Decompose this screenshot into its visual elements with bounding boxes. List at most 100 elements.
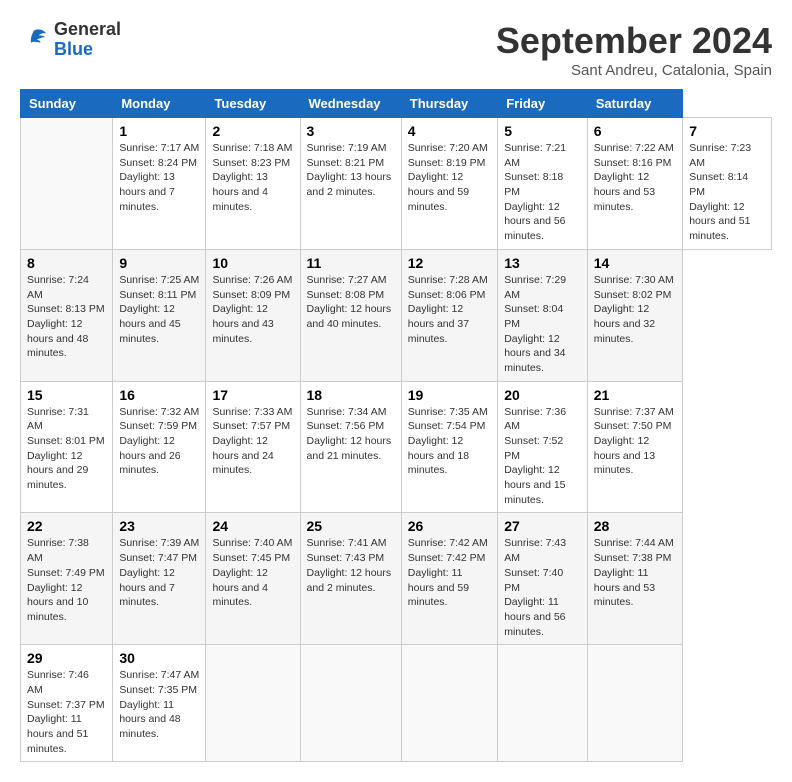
day-info: Sunrise: 7:31 AMSunset: 8:01 PMDaylight:…: [27, 405, 106, 493]
calendar-cell: 10 Sunrise: 7:26 AMSunset: 8:09 PMDaylig…: [206, 249, 300, 381]
calendar-cell: 19 Sunrise: 7:35 AMSunset: 7:54 PMDaylig…: [401, 381, 497, 513]
day-info: Sunrise: 7:35 AMSunset: 7:54 PMDaylight:…: [408, 405, 491, 478]
day-number: 11: [307, 255, 395, 271]
calendar-cell: [300, 645, 401, 762]
month-title: September 2024: [496, 20, 772, 62]
day-number: 15: [27, 387, 106, 403]
day-info: Sunrise: 7:41 AMSunset: 7:43 PMDaylight:…: [307, 536, 395, 595]
day-number: 18: [307, 387, 395, 403]
day-header-tuesday: Tuesday: [206, 90, 300, 118]
logo-general: General: [54, 20, 121, 40]
calendar-cell: 6 Sunrise: 7:22 AMSunset: 8:16 PMDayligh…: [587, 118, 682, 250]
calendar-cell: 22 Sunrise: 7:38 AMSunset: 7:49 PMDaylig…: [21, 513, 113, 645]
day-number: 12: [408, 255, 491, 271]
calendar-cell: 1 Sunrise: 7:17 AMSunset: 8:24 PMDayligh…: [113, 118, 206, 250]
calendar-cell: 17 Sunrise: 7:33 AMSunset: 7:57 PMDaylig…: [206, 381, 300, 513]
calendar-cell: 21 Sunrise: 7:37 AMSunset: 7:50 PMDaylig…: [587, 381, 682, 513]
day-number: 5: [504, 123, 581, 139]
logo: General Blue: [20, 20, 121, 60]
day-header-monday: Monday: [113, 90, 206, 118]
day-number: 28: [594, 518, 676, 534]
day-info: Sunrise: 7:34 AMSunset: 7:56 PMDaylight:…: [307, 405, 395, 464]
day-info: Sunrise: 7:46 AMSunset: 7:37 PMDaylight:…: [27, 668, 106, 756]
day-number: 27: [504, 518, 581, 534]
day-number: 2: [212, 123, 293, 139]
day-number: 14: [594, 255, 676, 271]
day-info: Sunrise: 7:23 AMSunset: 8:14 PMDaylight:…: [689, 141, 765, 244]
day-info: Sunrise: 7:29 AMSunset: 8:04 PMDaylight:…: [504, 273, 581, 376]
logo-bird-icon: [20, 26, 48, 54]
day-number: 17: [212, 387, 293, 403]
calendar-cell: 11 Sunrise: 7:27 AMSunset: 8:08 PMDaylig…: [300, 249, 401, 381]
calendar-cell: 25 Sunrise: 7:41 AMSunset: 7:43 PMDaylig…: [300, 513, 401, 645]
day-header-thursday: Thursday: [401, 90, 497, 118]
day-info: Sunrise: 7:24 AMSunset: 8:13 PMDaylight:…: [27, 273, 106, 361]
day-info: Sunrise: 7:42 AMSunset: 7:42 PMDaylight:…: [408, 536, 491, 609]
day-info: Sunrise: 7:20 AMSunset: 8:19 PMDaylight:…: [408, 141, 491, 214]
logo-blue: Blue: [54, 40, 121, 60]
title-area: September 2024 Sant Andreu, Catalonia, S…: [496, 20, 772, 79]
calendar-cell: 16 Sunrise: 7:32 AMSunset: 7:59 PMDaylig…: [113, 381, 206, 513]
day-number: 9: [119, 255, 199, 271]
day-info: Sunrise: 7:17 AMSunset: 8:24 PMDaylight:…: [119, 141, 199, 214]
day-info: Sunrise: 7:19 AMSunset: 8:21 PMDaylight:…: [307, 141, 395, 200]
day-header-sunday: Sunday: [21, 90, 113, 118]
calendar-cell: [587, 645, 682, 762]
day-number: 1: [119, 123, 199, 139]
day-info: Sunrise: 7:25 AMSunset: 8:11 PMDaylight:…: [119, 273, 199, 346]
calendar-cell: 27 Sunrise: 7:43 AMSunset: 7:40 PMDaylig…: [498, 513, 588, 645]
day-info: Sunrise: 7:32 AMSunset: 7:59 PMDaylight:…: [119, 405, 199, 478]
calendar-cell: 24 Sunrise: 7:40 AMSunset: 7:45 PMDaylig…: [206, 513, 300, 645]
calendar-cell: 12 Sunrise: 7:28 AMSunset: 8:06 PMDaylig…: [401, 249, 497, 381]
day-number: 6: [594, 123, 676, 139]
calendar-cell: 15 Sunrise: 7:31 AMSunset: 8:01 PMDaylig…: [21, 381, 113, 513]
calendar-cell: 28 Sunrise: 7:44 AMSunset: 7:38 PMDaylig…: [587, 513, 682, 645]
calendar-cell: 5 Sunrise: 7:21 AMSunset: 8:18 PMDayligh…: [498, 118, 588, 250]
calendar-cell: 14 Sunrise: 7:30 AMSunset: 8:02 PMDaylig…: [587, 249, 682, 381]
day-info: Sunrise: 7:38 AMSunset: 7:49 PMDaylight:…: [27, 536, 106, 624]
day-info: Sunrise: 7:37 AMSunset: 7:50 PMDaylight:…: [594, 405, 676, 478]
day-number: 26: [408, 518, 491, 534]
calendar-cell: 3 Sunrise: 7:19 AMSunset: 8:21 PMDayligh…: [300, 118, 401, 250]
day-number: 10: [212, 255, 293, 271]
calendar-cell: 2 Sunrise: 7:18 AMSunset: 8:23 PMDayligh…: [206, 118, 300, 250]
day-info: Sunrise: 7:40 AMSunset: 7:45 PMDaylight:…: [212, 536, 293, 609]
day-info: Sunrise: 7:36 AMSunset: 7:52 PMDaylight:…: [504, 405, 581, 508]
calendar-cell: 26 Sunrise: 7:42 AMSunset: 7:42 PMDaylig…: [401, 513, 497, 645]
day-info: Sunrise: 7:43 AMSunset: 7:40 PMDaylight:…: [504, 536, 581, 639]
day-info: Sunrise: 7:28 AMSunset: 8:06 PMDaylight:…: [408, 273, 491, 346]
calendar-cell: [498, 645, 588, 762]
day-number: 19: [408, 387, 491, 403]
calendar-cell: 9 Sunrise: 7:25 AMSunset: 8:11 PMDayligh…: [113, 249, 206, 381]
day-info: Sunrise: 7:27 AMSunset: 8:08 PMDaylight:…: [307, 273, 395, 332]
day-info: Sunrise: 7:18 AMSunset: 8:23 PMDaylight:…: [212, 141, 293, 214]
day-number: 7: [689, 123, 765, 139]
day-info: Sunrise: 7:33 AMSunset: 7:57 PMDaylight:…: [212, 405, 293, 478]
day-info: Sunrise: 7:47 AMSunset: 7:35 PMDaylight:…: [119, 668, 199, 741]
day-header-saturday: Saturday: [587, 90, 682, 118]
day-number: 22: [27, 518, 106, 534]
day-info: Sunrise: 7:21 AMSunset: 8:18 PMDaylight:…: [504, 141, 581, 244]
calendar-cell: 8 Sunrise: 7:24 AMSunset: 8:13 PMDayligh…: [21, 249, 113, 381]
day-number: 29: [27, 650, 106, 666]
day-number: 23: [119, 518, 199, 534]
day-number: 21: [594, 387, 676, 403]
day-number: 4: [408, 123, 491, 139]
day-info: Sunrise: 7:30 AMSunset: 8:02 PMDaylight:…: [594, 273, 676, 346]
calendar-cell: [21, 118, 113, 250]
day-number: 13: [504, 255, 581, 271]
day-number: 16: [119, 387, 199, 403]
day-info: Sunrise: 7:26 AMSunset: 8:09 PMDaylight:…: [212, 273, 293, 346]
calendar-table: SundayMondayTuesdayWednesdayThursdayFrid…: [20, 89, 772, 762]
calendar-cell: 23 Sunrise: 7:39 AMSunset: 7:47 PMDaylig…: [113, 513, 206, 645]
day-number: 20: [504, 387, 581, 403]
calendar-cell: 20 Sunrise: 7:36 AMSunset: 7:52 PMDaylig…: [498, 381, 588, 513]
day-number: 30: [119, 650, 199, 666]
calendar-cell: 4 Sunrise: 7:20 AMSunset: 8:19 PMDayligh…: [401, 118, 497, 250]
day-info: Sunrise: 7:22 AMSunset: 8:16 PMDaylight:…: [594, 141, 676, 214]
day-header-wednesday: Wednesday: [300, 90, 401, 118]
day-number: 3: [307, 123, 395, 139]
calendar-cell: 29 Sunrise: 7:46 AMSunset: 7:37 PMDaylig…: [21, 645, 113, 762]
calendar-cell: 18 Sunrise: 7:34 AMSunset: 7:56 PMDaylig…: [300, 381, 401, 513]
day-number: 25: [307, 518, 395, 534]
